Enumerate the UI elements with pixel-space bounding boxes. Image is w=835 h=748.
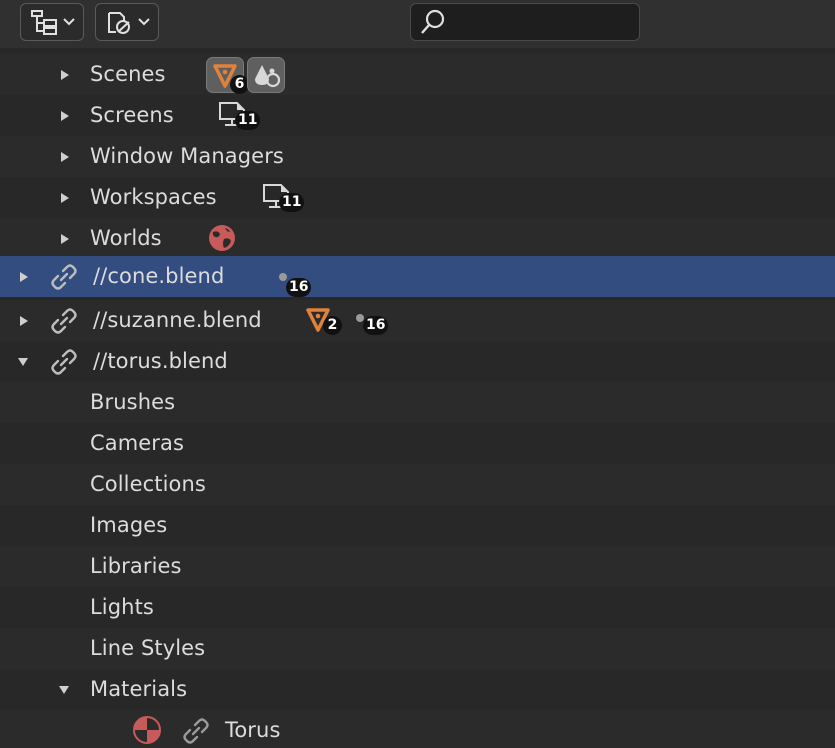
search-icon: [421, 9, 445, 34]
tree-row-label: Lights: [90, 595, 154, 619]
tree-row-label: Screens: [90, 103, 174, 127]
display-mode-dropdown[interactable]: [20, 3, 84, 41]
tree-row-label: Brushes: [90, 390, 176, 414]
tree-row-worlds[interactable]: Worlds: [0, 218, 835, 259]
scene-data-icon: [255, 65, 281, 88]
chevron-down-icon: [62, 18, 75, 26]
count-badge: 11: [279, 193, 305, 212]
collapse-arrow[interactable]: [17, 341, 29, 382]
outliner-tree-icon: [30, 10, 57, 35]
tree-row-label: Materials: [90, 677, 188, 701]
expand-arrow[interactable]: [60, 218, 70, 259]
material-icon: [133, 716, 161, 744]
object-dot-icon: [279, 273, 287, 281]
tree-row-cone-blend[interactable]: //cone.blend 16: [0, 256, 835, 297]
tree-row-images[interactable]: Images: [0, 505, 835, 546]
tree-row-label: Workspaces: [90, 185, 217, 209]
tree-row-cameras[interactable]: Cameras: [0, 423, 835, 464]
count-badge: 16: [363, 316, 389, 335]
tree-row-window-managers[interactable]: Window Managers: [0, 136, 835, 177]
triangle-right-icon: [61, 233, 69, 244]
tree-row-brushes[interactable]: Brushes: [0, 382, 835, 423]
tree-row-screens[interactable]: Screens 11: [0, 95, 835, 136]
tree-row-label: Worlds: [90, 226, 162, 250]
tree-row-collections[interactable]: Collections: [0, 464, 835, 505]
tree-row-label: Torus: [225, 718, 281, 742]
link-icon: [183, 718, 209, 744]
tree-row-label: Scenes: [90, 62, 166, 86]
triangle-right-icon: [20, 315, 28, 326]
world-icon: [209, 225, 235, 251]
link-icon: [51, 308, 77, 334]
filter-icon: [107, 12, 130, 34]
tree-row-torus-blend[interactable]: //torus.blend: [0, 341, 835, 382]
count-badge: 2: [323, 316, 342, 335]
link-icon: [51, 349, 77, 375]
triangle-right-icon: [61, 151, 69, 162]
collapse-arrow[interactable]: [58, 669, 70, 710]
triangle-down-icon: [18, 357, 28, 366]
expand-arrow[interactable]: [60, 95, 70, 136]
tree-row-label: //suzanne.blend: [93, 308, 262, 332]
chevron-down-icon: [137, 18, 150, 26]
tree-row-materials[interactable]: Materials: [0, 669, 835, 710]
expand-arrow[interactable]: [60, 54, 70, 95]
expand-arrow[interactable]: [19, 300, 29, 341]
scene-icon-box[interactable]: [247, 57, 285, 93]
tree-row-torus-material[interactable]: Torus: [0, 710, 835, 748]
tree-row-label: //cone.blend: [93, 264, 225, 288]
filter-dropdown[interactable]: [95, 3, 159, 41]
tree-row-label: Collections: [90, 472, 206, 496]
triangle-right-icon: [61, 110, 69, 121]
triangle-right-icon: [20, 271, 28, 282]
tree-row-suzanne-blend[interactable]: //suzanne.blend 2 16: [0, 300, 835, 341]
tree-row-workspaces[interactable]: Workspaces 11: [0, 177, 835, 218]
count-badge: 16: [286, 278, 312, 297]
triangle-right-icon: [61, 192, 69, 203]
tree-row-label: //torus.blend: [93, 349, 228, 373]
tree-row-libraries[interactable]: Libraries: [0, 546, 835, 587]
expand-arrow[interactable]: [60, 177, 70, 218]
tree-row-line-styles[interactable]: Line Styles: [0, 628, 835, 669]
triangle-right-icon: [61, 69, 69, 80]
tree-row-label: Images: [90, 513, 168, 537]
expand-arrow[interactable]: [19, 256, 29, 297]
tree-row-scenes[interactable]: Scenes 6: [0, 54, 835, 95]
tree-row-label: Libraries: [90, 554, 182, 578]
outliner-tree: Scenes 6 Screens 11 Window Managers Work…: [0, 48, 835, 748]
search-field[interactable]: [410, 3, 640, 41]
tree-row-label: Cameras: [90, 431, 185, 455]
tree-row-lights[interactable]: Lights: [0, 587, 835, 628]
search-input[interactable]: [453, 12, 633, 32]
tree-row-label: Window Managers: [90, 144, 284, 168]
link-icon: [51, 264, 77, 290]
outliner-header: [0, 0, 835, 48]
count-badge: 11: [235, 111, 261, 130]
triangle-down-icon: [59, 685, 69, 694]
expand-arrow[interactable]: [60, 136, 70, 177]
tree-row-label: Line Styles: [90, 636, 206, 660]
